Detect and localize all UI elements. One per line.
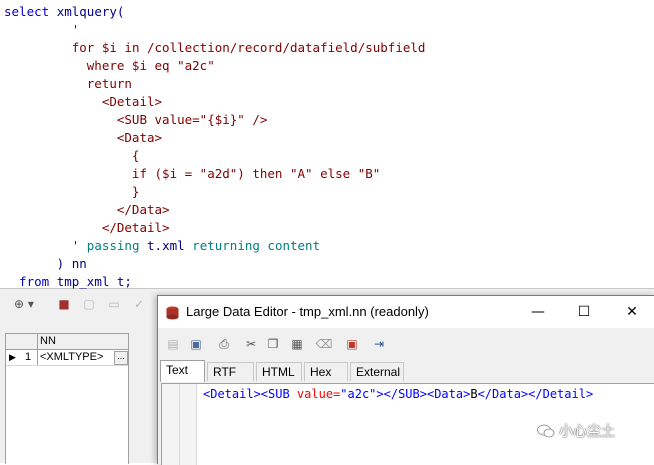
row-number: 1 [25,351,32,363]
xml-token: value= [296,387,341,401]
code-token: where $i eq "a2c" [4,58,215,73]
code-token: xmlquery( [56,4,125,19]
app-icon [166,305,179,320]
clear-icon[interactable]: ⌫ [315,335,333,353]
code-token: ' [4,238,87,253]
insert-record-icon[interactable]: ▢ [80,296,98,312]
xml-token: ></SUB> [376,387,427,401]
tab-external[interactable]: External [350,362,404,381]
code-token: if ($i = "a2d") then "A" else "B" [4,166,381,181]
code-line[interactable]: <Detail> [4,93,162,111]
minimize-button[interactable]: — [515,296,561,328]
paste-icon[interactable]: ▦ [288,335,306,353]
code-token: <SUB value="{$i}" /> [4,112,268,127]
code-token: </Data> [4,202,170,217]
table-row[interactable]: ▶ 1 <XMLTYPE> ... [6,350,128,366]
code-line[interactable]: where $i eq "a2c" [4,57,215,75]
code-line[interactable]: ' passing t.xml returning content [4,237,320,255]
code-line[interactable]: </Detail> [4,219,170,237]
xml-token: <SUB [260,387,297,401]
code-token: ' [4,22,80,37]
code-token: { [4,148,140,163]
code-token: t.xml [147,238,193,253]
xml-token: </Data> [477,387,529,401]
xml-content[interactable]: <Detail><SUB value="a2c"></SUB><Data>B</… [203,387,593,401]
close-button[interactable]: ✕ [609,296,654,328]
code-token: return [4,76,132,91]
code-line[interactable]: for $i in /collection/record/datafield/s… [4,39,426,57]
grid-options-icon[interactable]: ⊕ ▾ [8,296,40,312]
xml-token: <Data> [426,387,471,401]
xml-token: "a2c" [340,387,377,401]
code-token: tmp_xml t; [56,274,132,289]
column-header-nn[interactable]: NN [40,335,56,347]
format-icon[interactable]: ⇥ [370,335,388,353]
editor-toolbar: ▤ ▣ ⎙ ✂ ❐ ▦ ⌫ ▣ ⇥ [158,331,654,357]
code-line[interactable]: <Data> [4,129,162,147]
maximize-button[interactable]: ☐ [561,296,607,328]
code-token: <Detail> [4,94,163,109]
wechat-icon [537,424,555,438]
row-pointer-icon: ▶ [9,352,16,362]
code-token: </Detail> [4,220,170,235]
code-line[interactable]: return [4,75,132,93]
code-line[interactable]: </Data> [4,201,170,219]
code-line[interactable]: <SUB value="{$i}" /> [4,111,268,129]
code-line[interactable]: { [4,147,140,165]
grid-toolbar: ⊕ ▾ ■ ▢ ▭ ✓ [0,289,157,319]
copy-icon[interactable]: ❐ [264,335,282,353]
open-file-icon[interactable]: ▤ [164,335,182,353]
code-token: passing [86,238,148,253]
code-line[interactable]: } [4,183,140,201]
window-title: Large Data Editor - tmp_xml.nn (readonly… [186,304,429,319]
code-line[interactable]: ' [4,21,80,39]
tab-rtf[interactable]: RTF [207,362,254,381]
print-icon[interactable]: ⎙ [215,335,233,353]
sql-editor[interactable]: select xmlquery( ' for $i in /collection… [0,0,654,289]
watermark: 小心尘土 [537,421,615,441]
code-token: } [4,184,140,199]
cut-icon[interactable]: ✂ [242,335,260,353]
code-token: ) nn [4,256,87,271]
xml-token: <Detail> [203,387,261,401]
cell-nn[interactable]: <XMLTYPE> [40,351,103,363]
wrap-icon[interactable]: ▣ [343,335,361,353]
code-line[interactable]: ) nn [4,255,87,273]
code-token: <Data> [4,130,163,145]
tab-hex[interactable]: Hex [304,362,348,381]
code-token: for $i in /collection/record/datafield/s… [71,40,426,55]
xml-token: B [470,387,478,401]
delete-record-icon[interactable]: ▭ [105,296,123,312]
post-changes-icon[interactable]: ✓ [130,296,148,312]
code-line[interactable]: select xmlquery( [4,3,124,21]
code-line[interactable]: if ($i = "a2d") then "A" else "B" [4,165,380,183]
save-file-icon[interactable]: ▣ [187,335,205,353]
tab-text[interactable]: Text [160,360,205,382]
tab-html[interactable]: HTML [256,362,302,381]
watermark-text: 小心尘土 [559,424,615,440]
code-token: returning content [192,238,321,253]
cell-ellipsis-button[interactable]: ... [114,351,128,365]
lock-icon[interactable]: ■ [55,296,73,312]
title-bar[interactable]: Large Data Editor - tmp_xml.nn (readonly… [158,296,654,328]
code-token: from [4,274,57,289]
xml-token: </Detail> [528,387,594,401]
code-token: select [4,4,57,19]
result-grid[interactable]: NN ▶ 1 <XMLTYPE> ... [5,333,129,464]
gutter-divider [179,384,180,465]
grid-header: NN [6,334,128,350]
editor-tabs: Text RTF HTML Hex External [158,360,654,382]
